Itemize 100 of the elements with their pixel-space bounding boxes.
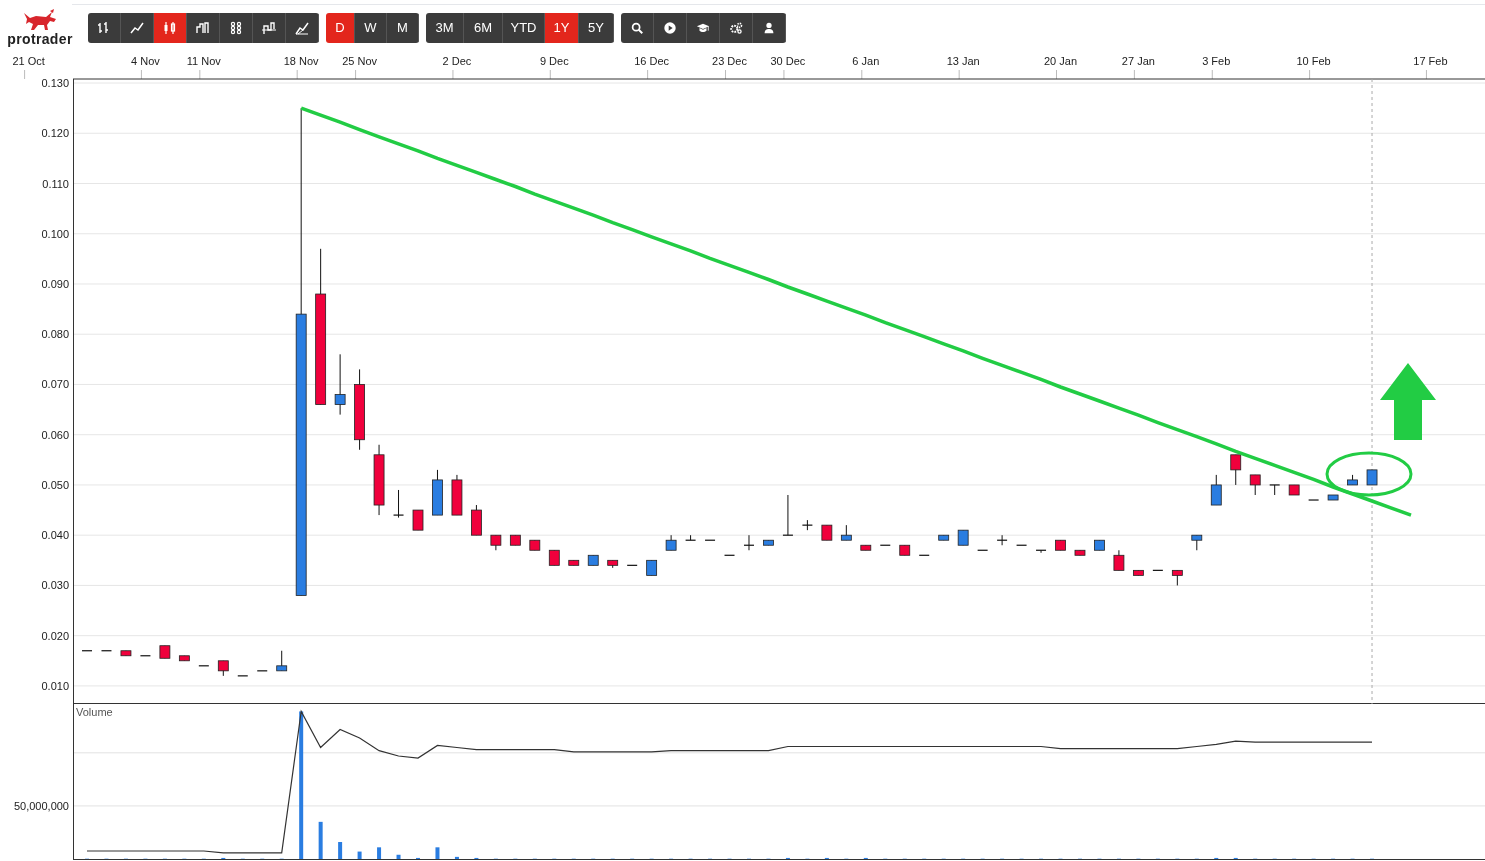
candlestick [744, 534, 754, 551]
price-axis-label: 0.030 [41, 579, 69, 592]
candlestick [140, 655, 151, 657]
candlestick [1269, 484, 1280, 496]
chart-type-button[interactable] [220, 13, 253, 43]
chart-type-button[interactable] [154, 13, 187, 43]
price-axis-label: 0.080 [41, 328, 69, 341]
candlestick [705, 539, 716, 541]
date-axis-label: 9 Dec [539, 55, 569, 67]
candlestick [393, 489, 404, 519]
search-icon [630, 21, 644, 35]
candlestick [1094, 539, 1105, 551]
date-axis-label: 25 Nov [342, 55, 377, 67]
candlestick [938, 534, 950, 541]
gears-button[interactable] [720, 13, 753, 43]
date-axis-label: 17 Feb [1413, 55, 1448, 67]
candlestick [568, 559, 580, 566]
date-axis-label: 2 Dec [442, 55, 472, 67]
date-axis-label: 10 Feb [1296, 55, 1331, 67]
candlestick [159, 645, 171, 659]
interval-button[interactable]: M [387, 13, 419, 43]
candlestick [1074, 549, 1086, 556]
candlestick [685, 534, 696, 541]
candlestick [217, 660, 229, 677]
chart-type-button[interactable] [121, 13, 154, 43]
price-axis-label: 0.130 [41, 77, 69, 89]
range-button[interactable]: 3M [426, 13, 464, 43]
date-axis-label: 3 Feb [1202, 55, 1231, 67]
candlestick [1191, 534, 1203, 551]
price-axis-label: 0.110 [42, 177, 69, 190]
candlestick [1210, 474, 1222, 506]
candlestick [587, 554, 599, 566]
date-axis-label: 13 Jan [946, 55, 980, 67]
logo-text: protrader [7, 32, 73, 46]
candlestick [880, 544, 891, 546]
candlestick [1152, 569, 1163, 571]
candlestick [529, 539, 541, 551]
range-button[interactable]: YTD [503, 13, 545, 43]
candlestick [451, 474, 463, 516]
play-button[interactable] [654, 13, 687, 43]
candlestick [802, 519, 813, 531]
volume-bar [396, 854, 401, 859]
chart-type-button[interactable] [286, 13, 319, 43]
candlestick [1230, 454, 1242, 486]
user-icon [762, 21, 776, 35]
candlestick [509, 534, 521, 546]
candlestick [957, 529, 969, 546]
volume-bar [377, 847, 382, 859]
candlestick [1113, 549, 1125, 571]
candlestick [373, 444, 385, 516]
chart-type-button[interactable] [187, 13, 220, 43]
volume-bar [318, 821, 323, 859]
interval-button[interactable]: W [355, 13, 387, 43]
candlestick [899, 544, 911, 556]
price-axis-label: 0.120 [41, 127, 69, 140]
candlestick [977, 549, 988, 551]
range-button[interactable]: 6M [464, 13, 503, 43]
candlestick [724, 554, 735, 556]
line-chart-icon [129, 20, 145, 36]
candlestick [860, 544, 872, 551]
candlestick [276, 650, 288, 672]
candlestick [1308, 499, 1319, 501]
candlestick [178, 655, 190, 662]
date-axis-label: 30 Dec [770, 55, 806, 67]
price-axis-label: 0.040 [41, 529, 69, 542]
candlestick [821, 524, 833, 541]
candlestick [471, 504, 482, 536]
candlestick [1171, 569, 1183, 586]
range-button[interactable]: 5Y [579, 13, 614, 43]
volume-bar [357, 851, 362, 859]
interval-button[interactable]: D [326, 13, 355, 43]
candlestick [627, 564, 638, 566]
gears-icon [729, 21, 743, 35]
price-axis-label: 0.090 [41, 278, 69, 290]
chart-title: Volume [76, 706, 113, 718]
date-axis-label: 4 Nov [131, 55, 160, 67]
graduation-cap-icon [696, 21, 710, 35]
graduation-cap-button[interactable] [687, 13, 720, 43]
range-button[interactable]: 1Y [545, 13, 579, 43]
step-chart-icon [195, 20, 211, 36]
candlestick [1055, 539, 1066, 551]
candlestick [257, 670, 268, 672]
search-button[interactable] [621, 13, 654, 43]
candlestick-icon [162, 20, 178, 36]
user-button[interactable] [753, 13, 786, 43]
volume-axis-label: 50,000,000 [13, 799, 69, 812]
candlestick [334, 353, 346, 416]
candlestick [607, 559, 619, 569]
price-axis-label: 0.060 [41, 428, 69, 441]
candlestick [997, 534, 1008, 546]
date-axis-label: 21 Oct [12, 55, 45, 67]
volume-bar [454, 856, 459, 859]
candlestick [237, 675, 248, 677]
chart-type-button[interactable] [88, 13, 121, 43]
candlestick [782, 494, 793, 536]
candlestick [763, 539, 774, 546]
chart-type-button[interactable] [253, 13, 286, 43]
price-axis-label: 0.070 [41, 378, 69, 391]
candlestick [120, 650, 132, 657]
kagi-chart-icon [261, 20, 277, 36]
